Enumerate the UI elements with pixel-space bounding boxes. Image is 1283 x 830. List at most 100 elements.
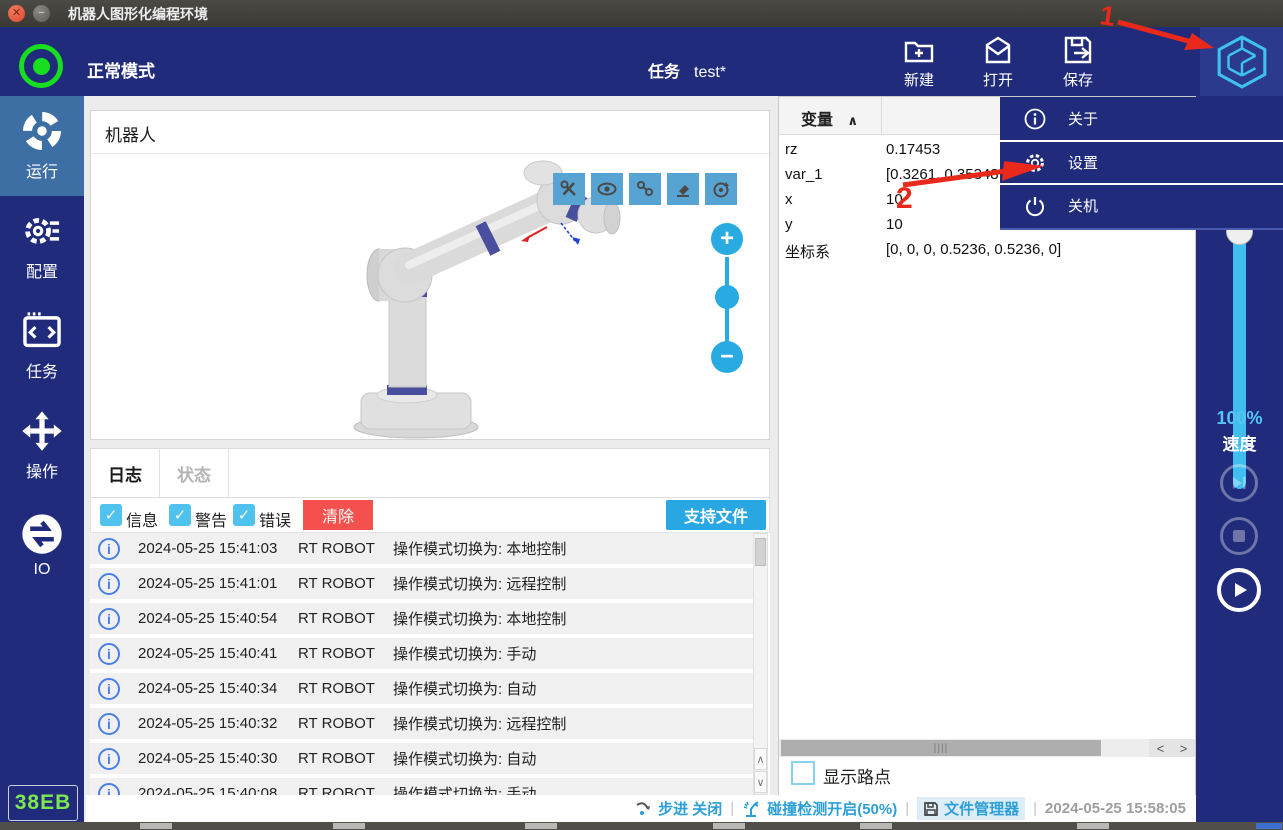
sidebar-item-run[interactable]: 运行 (0, 96, 84, 196)
reset-view-button[interactable] (705, 173, 737, 205)
log-row[interactable]: i 2024-05-25 15:41:03 RT ROBOT 操作模式切换为: … (90, 533, 754, 564)
step-mode-status[interactable]: 步进 关闭 (635, 798, 722, 819)
zoom-out-button[interactable]: − (711, 341, 743, 373)
io-swap-icon (21, 513, 63, 555)
titlebar: ✕ − 机器人图形化编程环境 (0, 0, 1283, 27)
new-task-label: 新建 (904, 69, 934, 90)
log-message: 操作模式切换为: 自动 (393, 748, 536, 769)
save-button[interactable]: 保存 (1047, 30, 1109, 94)
annotation-number-2: 2 (896, 182, 913, 216)
log-row[interactable]: i 2024-05-25 15:40:32 RT ROBOT 操作模式切换为: … (90, 708, 754, 739)
sidebar-item-label: IO (34, 561, 51, 579)
log-list[interactable]: i 2024-05-25 15:41:03 RT ROBOT 操作模式切换为: … (90, 533, 770, 795)
filter-info-checkbox[interactable]: ✓ (100, 504, 122, 526)
app-menu-button[interactable] (1200, 27, 1283, 96)
mode-indicator-icon (19, 44, 63, 88)
rotate-target-icon (711, 179, 731, 199)
zoom-in-button[interactable]: + (711, 223, 743, 255)
trajectory-button[interactable] (629, 173, 661, 205)
config-gear-icon (21, 210, 63, 252)
log-row[interactable]: i 2024-05-25 15:40:08 RT ROBOT 操作模式切换为: … (90, 778, 754, 795)
bottom-edge-strip (0, 822, 1283, 830)
menu-item-about[interactable]: 关于 (1000, 97, 1283, 140)
task-code-icon (21, 310, 63, 352)
sidebar-item-task[interactable]: 任务 (0, 296, 84, 396)
sidebar-item-operate[interactable]: 操作 (0, 396, 84, 496)
tools-icon (559, 179, 579, 199)
close-icon[interactable]: ✕ (8, 5, 25, 22)
step-forward-button[interactable] (1220, 464, 1258, 502)
open-button[interactable]: 打开 (967, 30, 1029, 94)
app-logo-icon (1214, 34, 1270, 90)
log-time: 2024-05-25 15:40:54 (138, 610, 298, 627)
log-time: 2024-05-25 15:41:01 (138, 575, 298, 592)
hscrollbar-thumb[interactable]: |||| (781, 740, 1101, 756)
sidebar-item-config[interactable]: 配置 (0, 196, 84, 296)
variable-name: y (785, 216, 793, 233)
scroll-left-button[interactable]: < (1149, 739, 1172, 757)
clear-log-button[interactable]: 清除 (303, 500, 373, 530)
play-button[interactable] (1217, 568, 1261, 612)
filter-error-checkbox[interactable]: ✓ (233, 504, 255, 526)
variables-hscrollbar[interactable]: |||| < > (779, 739, 1195, 757)
log-scrollbar-thumb[interactable] (755, 538, 766, 566)
log-time: 2024-05-25 15:41:03 (138, 540, 298, 557)
info-circle-icon (1024, 108, 1046, 130)
log-row[interactable]: i 2024-05-25 15:40:54 RT ROBOT 操作模式切换为: … (90, 603, 754, 634)
sidebar-item-label: 任务 (26, 358, 58, 382)
log-scrollbar[interactable]: ∧ ∨ (753, 533, 768, 795)
separator: | (1033, 800, 1037, 817)
erase-button[interactable] (667, 173, 699, 205)
log-time: 2024-05-25 15:40:32 (138, 715, 298, 732)
stop-button[interactable] (1220, 517, 1258, 555)
info-icon: i (98, 643, 120, 665)
log-row[interactable]: i 2024-05-25 15:40:30 RT ROBOT 操作模式切换为: … (90, 743, 754, 774)
show-waypoints-checkbox[interactable] (791, 761, 815, 785)
save-icon (1062, 34, 1094, 66)
variable-row[interactable]: 坐标系 [0, 0, 0, 0.5236, 0.5236, 0] (779, 241, 1195, 265)
sidebar-item-io[interactable]: IO (0, 496, 84, 596)
new-task-button[interactable]: 新建 (888, 30, 950, 94)
collision-icon (742, 800, 762, 818)
step-arrow-icon (635, 801, 653, 817)
collision-status[interactable]: 碰撞检测开启(50%) (742, 798, 897, 819)
menu-item-settings[interactable]: 设置 (1000, 140, 1283, 183)
file-manager-button[interactable]: 文件管理器 (917, 797, 1025, 820)
scroll-up-button[interactable]: ∧ (754, 748, 767, 770)
variables-header-toggle[interactable]: 变量 ∧ (801, 106, 858, 130)
log-row[interactable]: i 2024-05-25 15:41:01 RT ROBOT 操作模式切换为: … (90, 568, 754, 599)
log-row[interactable]: i 2024-05-25 15:40:34 RT ROBOT 操作模式切换为: … (90, 673, 754, 704)
log-message: 操作模式切换为: 本地控制 (393, 538, 566, 559)
visibility-button[interactable] (591, 173, 623, 205)
open-label: 打开 (983, 69, 1013, 90)
log-time: 2024-05-25 15:40:41 (138, 645, 298, 662)
zoom-slider-handle[interactable] (715, 285, 739, 309)
app-dropdown-menu: 关于 设置 关机 (1000, 97, 1283, 230)
filter-warning-checkbox[interactable]: ✓ (169, 504, 191, 526)
tab-log[interactable]: 日志 (91, 449, 160, 497)
task-row: 任务test* (648, 58, 726, 82)
separator: | (730, 800, 734, 817)
menu-item-shutdown[interactable]: 关机 (1000, 183, 1283, 226)
info-icon: i (98, 678, 120, 700)
log-row[interactable]: i 2024-05-25 15:40:41 RT ROBOT 操作模式切换为: … (90, 638, 754, 669)
variable-name: x (785, 191, 793, 208)
scroll-right-button[interactable]: > (1172, 739, 1195, 757)
log-message: 操作模式切换为: 本地控制 (393, 608, 566, 629)
log-source: RT ROBOT (298, 750, 393, 767)
menu-item-label: 关机 (1068, 195, 1098, 216)
menu-item-label: 关于 (1068, 108, 1098, 129)
menu-item-label: 设置 (1068, 152, 1098, 173)
caret-up-icon: ∧ (847, 113, 858, 128)
scroll-down-button[interactable]: ∨ (754, 771, 767, 793)
status-badge: 38EB (8, 785, 78, 821)
task-label: 任务 (648, 64, 680, 81)
tab-status[interactable]: 状态 (160, 449, 229, 497)
variables-header-label: 变量 (801, 112, 833, 129)
info-icon: i (98, 748, 120, 770)
eye-icon (597, 179, 617, 199)
tools-button[interactable] (553, 173, 585, 205)
support-files-button[interactable]: 支持文件 (666, 500, 766, 530)
minimize-icon[interactable]: − (33, 5, 50, 22)
status-timestamp: 2024-05-25 15:58:05 (1045, 800, 1186, 817)
